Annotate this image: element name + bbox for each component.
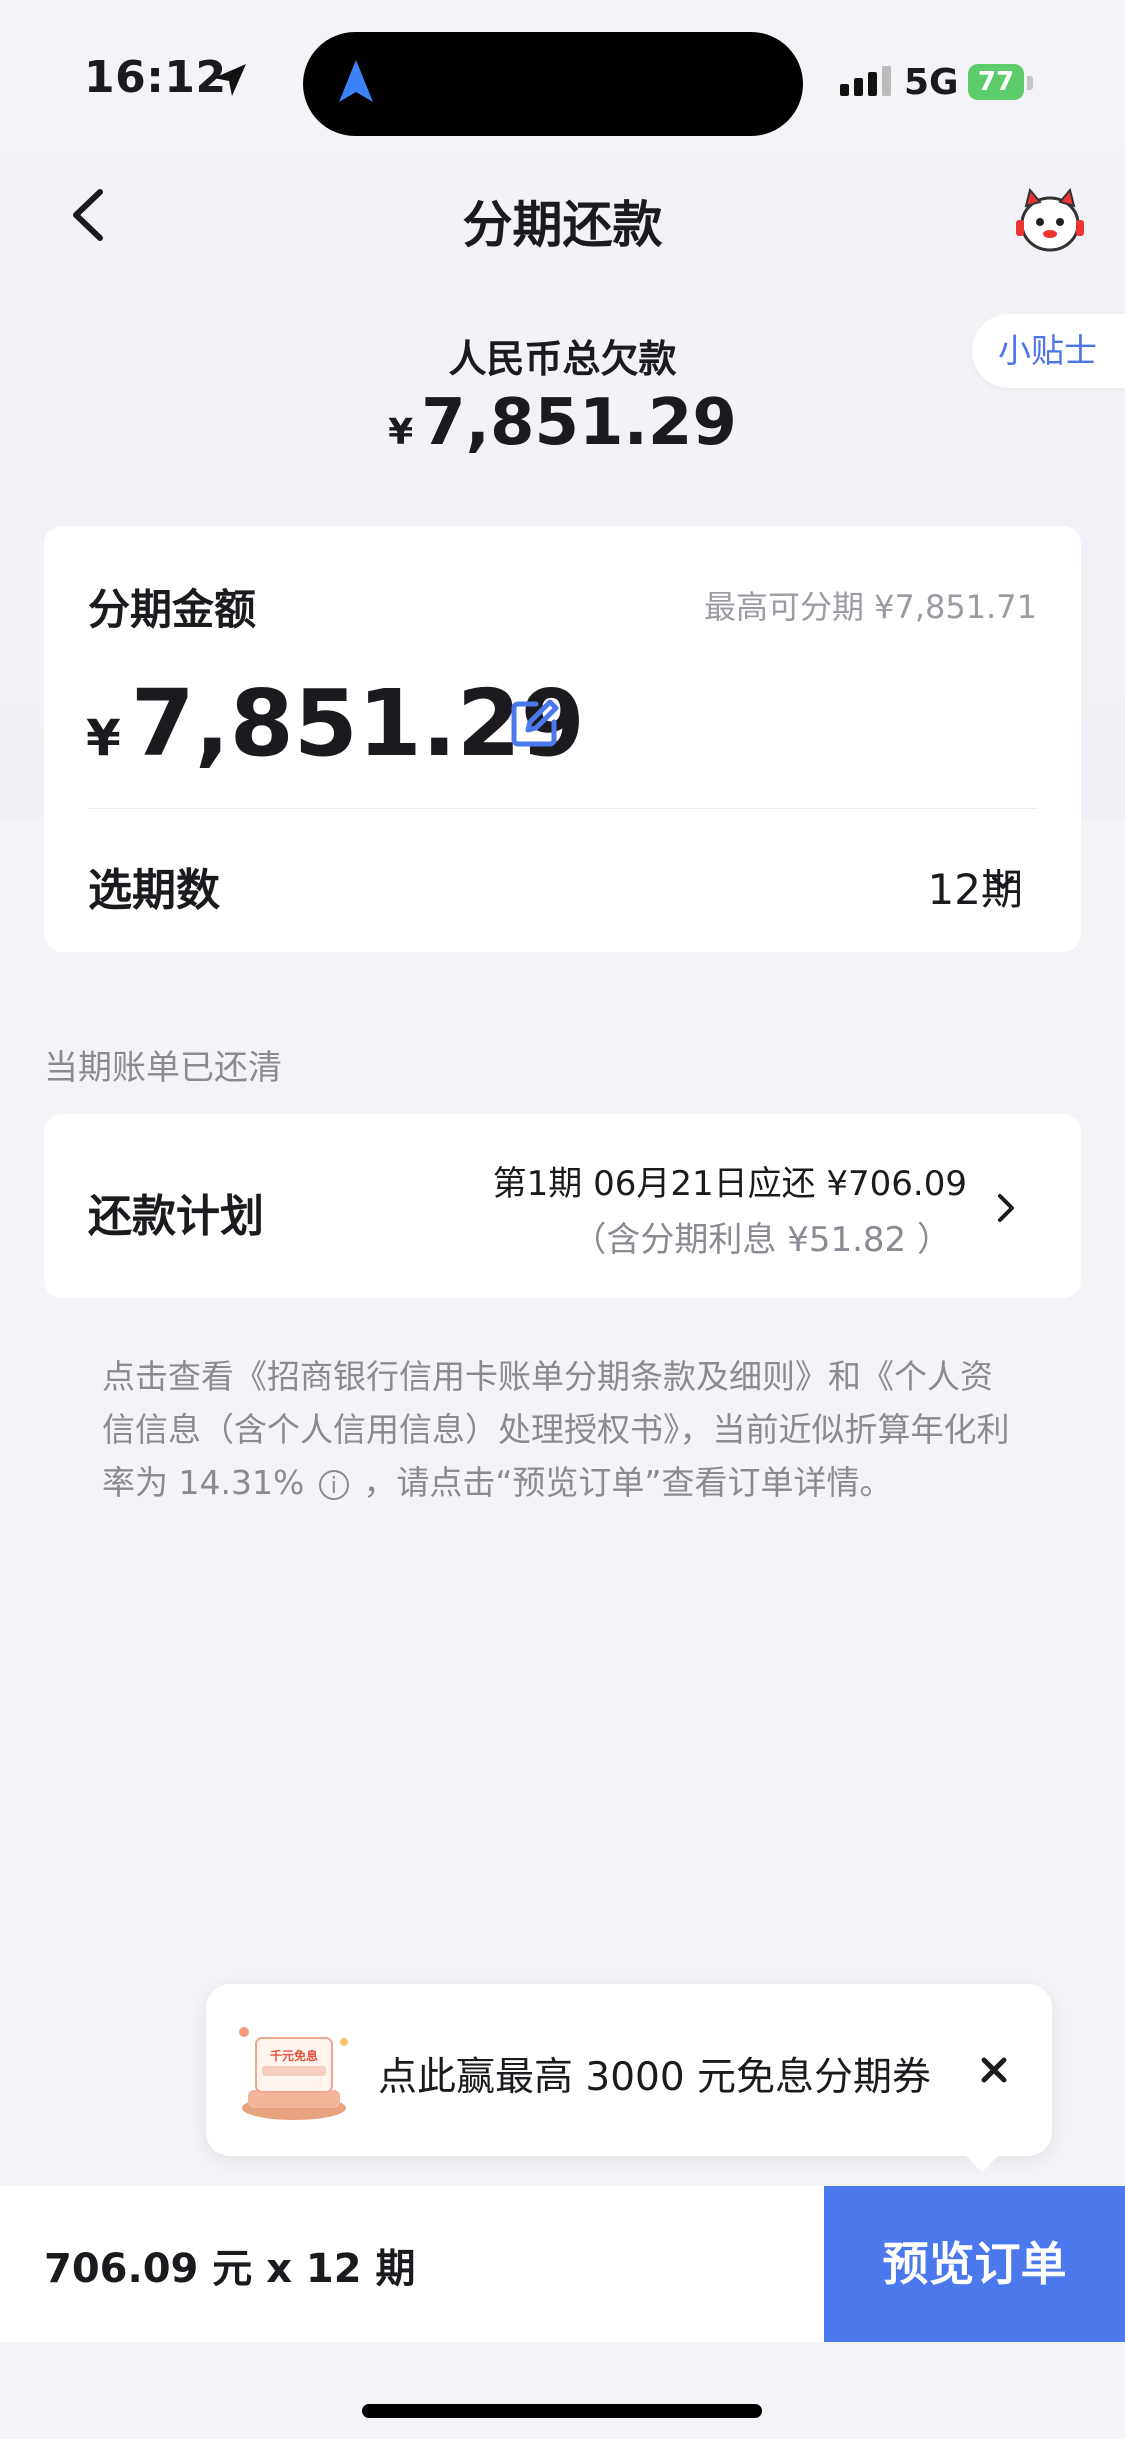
repayment-plan-label: 还款计划 bbox=[88, 1191, 264, 1242]
network-type: 5G bbox=[904, 62, 959, 103]
bill-cleared-text: 当期账单已还清 bbox=[44, 1048, 282, 1088]
home-indicator[interactable] bbox=[362, 2404, 762, 2418]
info-icon[interactable]: i bbox=[318, 1469, 349, 1500]
currency-symbol: ¥ bbox=[86, 709, 121, 767]
total-debt-label: 人民币总欠款 bbox=[448, 337, 677, 381]
terms-text-part2: ，请点击“预览订单”查看订单详情。 bbox=[363, 1463, 893, 1502]
navigation-arrow-icon bbox=[339, 60, 373, 102]
max-installment-text: 最高可分期 ¥7,851.71 bbox=[703, 588, 1037, 626]
preview-order-button[interactable]: 预览订单 bbox=[824, 2186, 1125, 2342]
total-debt-value: 7,851.29 bbox=[421, 386, 737, 460]
first-payment-text: 第1期 06月21日应还 ¥706.09 bbox=[492, 1164, 967, 1204]
payment-summary: 706.09 元 x 12 期 bbox=[44, 2246, 416, 2292]
battery-tip bbox=[1027, 76, 1033, 90]
terms-text: 点击查看《招商银行信用卡账单分期条款及细则》和《个人资信信息（含个人信用信息）处… bbox=[102, 1350, 1022, 1509]
chevron-right-icon[interactable] bbox=[990, 1190, 1020, 1226]
promo-banner-tail bbox=[958, 2148, 1006, 2172]
location-arrow-icon bbox=[214, 64, 246, 96]
coupon-image-label: 千元免息 bbox=[270, 2048, 318, 2063]
battery-indicator: 77 bbox=[968, 64, 1024, 100]
dynamic-island bbox=[303, 32, 803, 136]
total-debt-amount: ¥7,851.29 bbox=[0, 386, 1125, 460]
card-divider bbox=[88, 808, 1038, 809]
currency-symbol: ¥ bbox=[388, 412, 414, 453]
chevron-down-icon[interactable] bbox=[988, 868, 1018, 898]
signal-icon bbox=[840, 66, 896, 96]
period-label: 选期数 bbox=[88, 865, 220, 916]
coupon-gift-image: 千元免息 bbox=[239, 2027, 348, 2120]
status-time: 16:12 bbox=[84, 52, 227, 103]
close-icon[interactable] bbox=[974, 2050, 1014, 2090]
page-title: 分期还款 bbox=[462, 196, 663, 254]
installment-amount-label: 分期金额 bbox=[88, 585, 257, 634]
interest-text: （含分期利息 ¥51.82 ） bbox=[572, 1220, 951, 1260]
promo-text[interactable]: 点此赢最高 3000 元免息分期券 bbox=[378, 2046, 931, 2102]
edit-icon[interactable] bbox=[506, 696, 562, 752]
customer-service-mascot-icon[interactable] bbox=[1010, 186, 1090, 256]
